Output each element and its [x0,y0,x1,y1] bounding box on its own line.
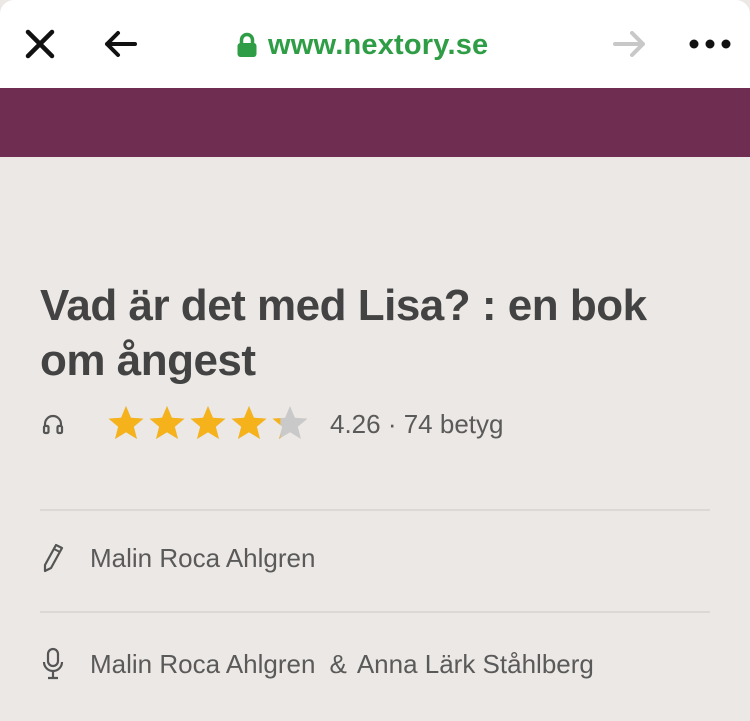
headphones-icon [40,411,66,437]
star-icon [149,406,185,439]
narrator-name-2[interactable]: Anna Lärk Ståhlberg [357,649,594,680]
author-name[interactable]: Malin Roca Ahlgren [90,543,315,574]
divider [40,509,710,511]
back-button[interactable] [98,22,142,66]
star-icon [231,406,267,439]
narrator-separator: & [329,648,347,679]
divider [40,611,710,613]
star-icon [190,406,226,439]
lock-icon [237,32,257,57]
browser-toolbar: www.nextory.se [0,0,750,89]
forward-arrow-icon [613,31,645,57]
rating-text: 4.26 · 74 betyg [330,408,504,439]
close-icon [25,29,55,59]
more-icon [689,39,731,49]
address-bar[interactable]: www.nextory.se [236,26,488,64]
more-options-button[interactable] [688,22,732,66]
star-icon [108,406,144,439]
rating-row: 4.26 · 74 betyg [40,402,503,446]
url-text[interactable]: www.nextory.se [268,29,488,62]
star-icon [272,406,308,439]
site-header-band [0,88,750,157]
microphone-icon [40,647,66,681]
back-arrow-icon [105,31,137,57]
author-row[interactable]: Malin Roca Ahlgren [40,536,315,580]
pen-icon [40,541,66,575]
narrator-row: Malin Roca Ahlgren & Anna Lärk Ståhlberg [40,642,594,686]
book-title: Vad är det med Lisa? : en bok om ångest [40,281,647,385]
close-button[interactable] [18,22,62,66]
forward-button[interactable] [608,22,652,66]
star-rating [106,404,310,444]
narrator-name-1[interactable]: Malin Roca Ahlgren [90,649,315,680]
